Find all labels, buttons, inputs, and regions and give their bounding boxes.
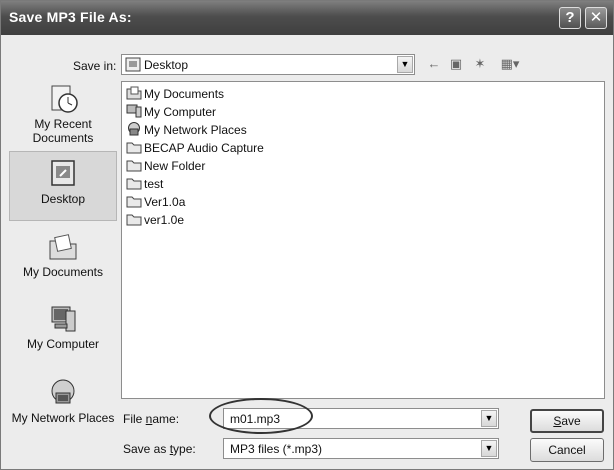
place-label: My Recent Documents <box>32 117 94 145</box>
network-places-icon <box>46 377 80 409</box>
place-network[interactable]: My Network Places <box>9 373 117 443</box>
place-label: My Documents <box>22 265 104 279</box>
list-item[interactable]: test <box>126 175 163 193</box>
save-dialog: Save MP3 File As: ? ✕ Save in: Desktop ▼… <box>0 0 614 470</box>
desktop-icon <box>46 158 80 190</box>
list-item[interactable]: New Folder <box>126 157 205 175</box>
list-item[interactable]: My Computer <box>126 103 216 121</box>
place-recent-documents[interactable]: My Recent Documents <box>9 79 117 147</box>
folder-icon <box>126 176 142 190</box>
up-folder-icon[interactable]: ▣ <box>447 55 465 73</box>
folder-icon <box>126 140 142 154</box>
places-bar: My Recent Documents Desktop My Documents… <box>9 79 117 459</box>
save-in-combo[interactable]: Desktop ▼ <box>121 54 415 75</box>
help-button[interactable]: ? <box>559 7 581 29</box>
view-menu-icon[interactable]: ▦▾ <box>497 55 523 73</box>
place-my-computer[interactable]: My Computer <box>9 299 117 361</box>
place-label: Desktop <box>40 192 86 206</box>
place-desktop[interactable]: Desktop <box>9 151 117 221</box>
save-button[interactable]: Save <box>530 409 604 433</box>
new-folder-icon[interactable]: ✶ <box>471 55 489 73</box>
save-as-type-value: MP3 files (*.mp3) <box>230 442 323 456</box>
title-bar[interactable]: Save MP3 File As: ? ✕ <box>1 1 613 35</box>
close-button[interactable]: ✕ <box>585 7 607 29</box>
network-places-icon <box>126 122 142 136</box>
place-label: My Computer <box>26 337 100 351</box>
my-documents-icon <box>46 231 80 263</box>
my-computer-icon <box>46 303 80 335</box>
cancel-button[interactable]: Cancel <box>530 438 604 462</box>
save-as-type-label: Save as type: <box>123 442 196 456</box>
list-item[interactable]: My Documents <box>126 85 224 103</box>
place-my-documents[interactable]: My Documents <box>9 227 117 289</box>
folder-icon <box>126 194 142 208</box>
chevron-down-icon[interactable]: ▼ <box>397 56 413 73</box>
save-in-label: Save in: <box>73 59 117 73</box>
recent-documents-icon <box>46 83 80 115</box>
my-documents-icon <box>126 86 142 100</box>
folder-icon <box>126 212 142 226</box>
desktop-icon <box>125 57 141 75</box>
save-as-type-select[interactable]: MP3 files (*.mp3) ▼ <box>223 438 499 459</box>
folder-icon <box>126 158 142 172</box>
file-name-label: File name: <box>123 412 180 426</box>
list-item[interactable]: BECAP Audio Capture <box>126 139 264 157</box>
chevron-down-icon[interactable]: ▼ <box>481 440 497 457</box>
save-in-value: Desktop <box>144 58 189 72</box>
list-item[interactable]: Ver1.0a <box>126 193 185 211</box>
chevron-down-icon[interactable]: ▼ <box>481 410 497 427</box>
file-list[interactable]: My Documents My Computer My Network Plac… <box>121 81 605 399</box>
highlight-ellipse <box>209 398 313 434</box>
back-arrow-icon[interactable]: ← <box>425 55 443 73</box>
list-item[interactable]: My Network Places <box>126 121 247 139</box>
place-label: My Network Places <box>11 411 115 425</box>
my-computer-icon <box>126 104 142 118</box>
list-item[interactable]: ver1.0e <box>126 211 184 229</box>
dialog-title: Save MP3 File As: <box>9 9 132 25</box>
